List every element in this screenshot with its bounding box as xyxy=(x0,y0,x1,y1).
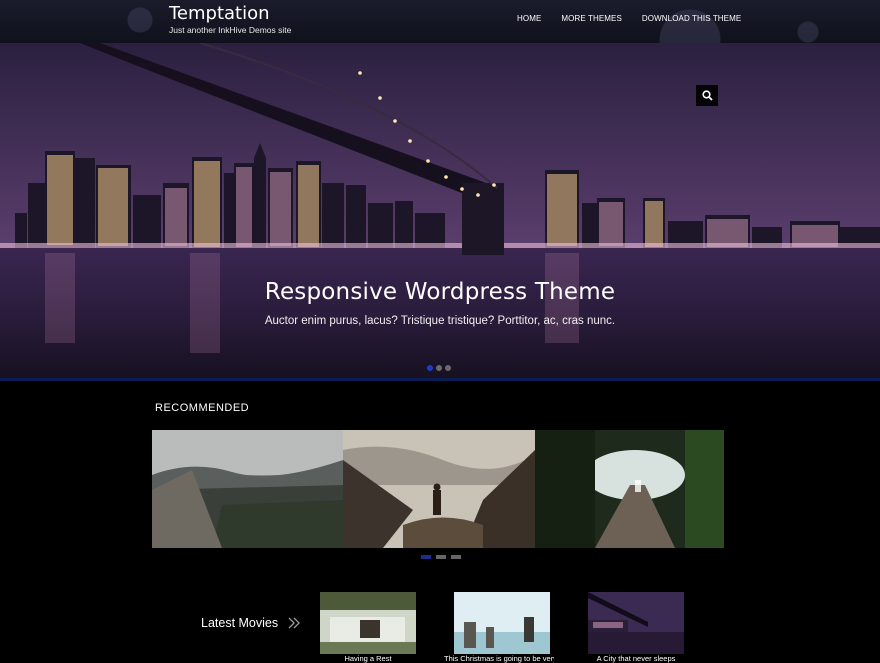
site-title[interactable]: Temptation xyxy=(169,3,270,24)
recommended-carousel-dots xyxy=(421,555,461,559)
recommended-image-misty-valley[interactable] xyxy=(152,430,343,548)
hero-subtitle: Auctor enim purus, lacus? Tristique tris… xyxy=(264,315,616,327)
search-icon xyxy=(701,90,713,101)
carousel-page-3[interactable] xyxy=(451,555,461,559)
hero-slider: Responsive Wordpress Theme Auctor enim p… xyxy=(0,43,880,380)
carousel-page-1[interactable] xyxy=(421,555,431,559)
recommended-image-hiker-canyon[interactable] xyxy=(343,430,535,548)
slider-dot-1[interactable] xyxy=(427,365,433,371)
site-tagline: Just another InkHive Demos site xyxy=(169,25,292,35)
site-header: Temptation Just another InkHive Demos si… xyxy=(0,0,880,43)
movie-caption-2[interactable]: This Christmas is going to be very xyxy=(444,654,554,663)
movie-thumbnail-3[interactable] xyxy=(588,592,684,654)
main-nav: HOME MORE THEMES DOWNLOAD THIS THEME xyxy=(517,14,761,23)
hero-divider xyxy=(0,378,880,381)
hero-slider-dots xyxy=(427,365,451,371)
slider-dot-2[interactable] xyxy=(436,365,442,371)
slider-dot-3[interactable] xyxy=(445,365,451,371)
carousel-page-2[interactable] xyxy=(436,555,446,559)
latest-movies-label: Latest Movies xyxy=(201,616,279,630)
movie-caption-3[interactable]: A City that never sleeps xyxy=(581,654,691,663)
movie-thumbnail-2[interactable] xyxy=(454,592,550,654)
nav-item-download-theme[interactable]: DOWNLOAD THIS THEME xyxy=(642,14,741,23)
movie-caption-1[interactable]: Having a Rest xyxy=(313,654,423,663)
double-chevron-right-icon[interactable] xyxy=(287,616,301,635)
hero-heading: Responsive Wordpress Theme xyxy=(264,279,616,305)
search-button[interactable] xyxy=(696,85,718,106)
hero-city-bridge-image xyxy=(0,43,880,380)
movie-thumbnail-1[interactable] xyxy=(320,592,416,654)
nav-item-more-themes[interactable]: MORE THEMES xyxy=(561,14,622,23)
recommended-heading: RECOMMENDED xyxy=(155,402,250,414)
nav-item-home[interactable]: HOME xyxy=(517,14,541,23)
recommended-image-forest-boardwalk[interactable] xyxy=(535,430,724,548)
